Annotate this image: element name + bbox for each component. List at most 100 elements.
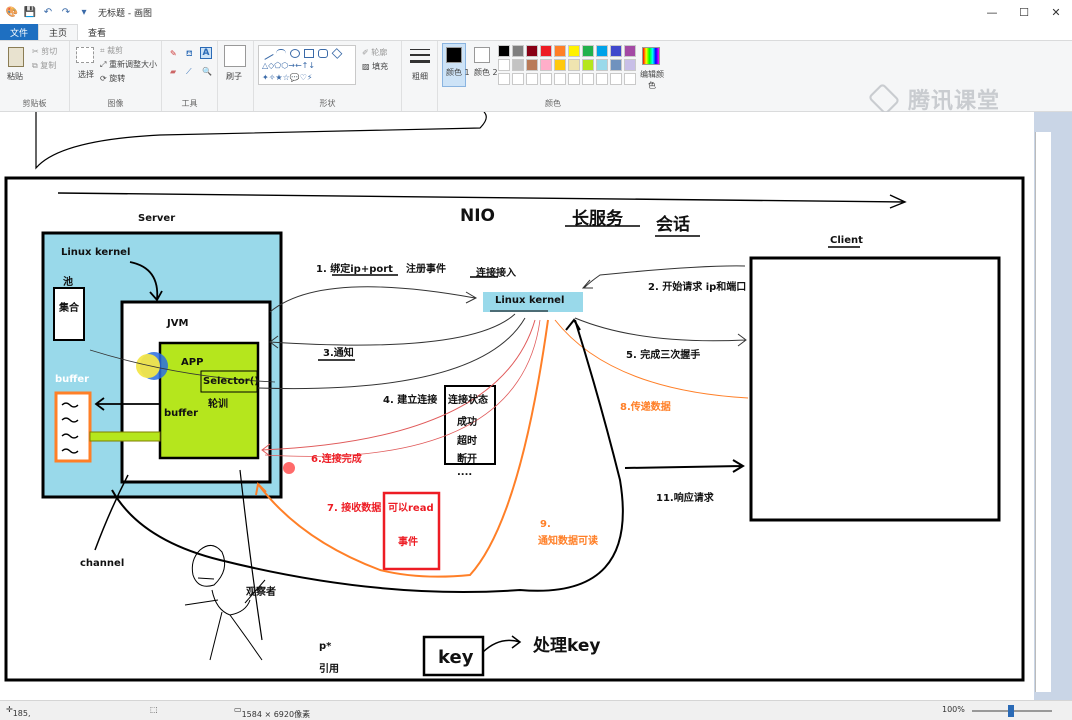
- paste-button[interactable]: 粘贴: [7, 71, 23, 82]
- palette-swatch[interactable]: [498, 59, 510, 71]
- colors-group-label: 颜色: [545, 99, 561, 108]
- channel-label: channel: [80, 558, 125, 569]
- linux-kernel-server-label: Linux kernel: [61, 247, 131, 258]
- palette-swatch[interactable]: [554, 59, 566, 71]
- save-icon[interactable]: 💾: [24, 6, 36, 18]
- brushes-group: 刷子: [218, 41, 254, 111]
- text-tool-icon[interactable]: A: [200, 47, 212, 59]
- crop-button[interactable]: ⌗ 裁剪: [100, 45, 123, 56]
- palette-swatch[interactable]: [526, 73, 538, 85]
- palette-swatch[interactable]: [498, 45, 510, 57]
- tab-home[interactable]: 主页: [38, 24, 79, 40]
- eraser-icon[interactable]: ▰: [170, 67, 176, 76]
- client-box: [749, 256, 1001, 522]
- palette-swatch[interactable]: [540, 59, 552, 71]
- p-star-label: p*: [319, 641, 332, 652]
- rectangle-shape-icon[interactable]: [304, 49, 314, 58]
- watermark-text: 腾讯课堂: [908, 89, 1001, 114]
- zoom-slider-knob[interactable]: [1008, 705, 1014, 717]
- undo-icon[interactable]: ↶: [42, 6, 54, 18]
- brushes-button[interactable]: 刷子: [226, 71, 242, 82]
- palette-swatch[interactable]: [582, 73, 594, 85]
- palette-swatch[interactable]: [624, 59, 636, 71]
- palette-swatch[interactable]: [512, 73, 524, 85]
- redo-icon[interactable]: ↷: [60, 6, 72, 18]
- palette-swatch[interactable]: [596, 59, 608, 71]
- palette-swatch[interactable]: [610, 73, 622, 85]
- minimize-button[interactable]: —: [976, 0, 1008, 24]
- title-bar: 🎨 💾 ↶ ↷ ▾ 无标题 - 画图 — ☐ ✕: [0, 0, 1072, 24]
- palette-swatch[interactable]: [540, 45, 552, 57]
- palette-swatch[interactable]: [512, 45, 524, 57]
- close-button[interactable]: ✕: [1040, 0, 1072, 24]
- tab-view[interactable]: 查看: [78, 24, 116, 40]
- palette-swatch[interactable]: [568, 59, 580, 71]
- palette-swatch[interactable]: [610, 59, 622, 71]
- palette-swatch[interactable]: [596, 73, 608, 85]
- color1-swatch: [446, 47, 462, 63]
- size-line-2: [410, 54, 430, 56]
- palette-swatch[interactable]: [582, 45, 594, 57]
- drawing-canvas[interactable]: Server Linux kernel 池 集合 JVM APP Selecto…: [0, 112, 1034, 700]
- maximize-button[interactable]: ☐: [1008, 0, 1040, 24]
- step2-label: 2. 开始请求 ip和端口: [648, 282, 747, 293]
- palette-swatch[interactable]: [610, 45, 622, 57]
- rounded-rect-shape-icon[interactable]: [318, 49, 328, 58]
- palette-swatch[interactable]: [526, 45, 538, 57]
- palette-swatch[interactable]: [624, 73, 636, 85]
- palette-swatch[interactable]: [498, 73, 510, 85]
- palette-swatch[interactable]: [582, 59, 594, 71]
- palette-swatch[interactable]: [526, 59, 538, 71]
- notify-readable-label: 通知数据可读: [538, 536, 598, 547]
- colors-group: 颜色 1 颜色 2 编辑颜色 颜色: [438, 41, 668, 111]
- size-button[interactable]: 粗细: [412, 71, 428, 82]
- customize-toolbar-icon[interactable]: ▾: [78, 6, 90, 18]
- color2-label: 颜色 2: [474, 68, 498, 77]
- fill-button[interactable]: ▨ 填充: [362, 61, 388, 72]
- select-button[interactable]: 选择: [78, 69, 94, 80]
- cursor-position: ✛ 185,: [6, 705, 31, 718]
- select-icon[interactable]: [76, 47, 94, 63]
- paste-icon[interactable]: [8, 47, 24, 67]
- rotate-label: 旋转: [109, 74, 126, 83]
- tab-file[interactable]: 文件: [0, 24, 39, 40]
- vertical-scrollbar[interactable]: [1034, 112, 1072, 700]
- rotate-button[interactable]: ⟳ 旋转: [100, 73, 125, 84]
- palette-swatch[interactable]: [596, 45, 608, 57]
- step8-label: 8.传递数据: [620, 402, 671, 413]
- fill-label: 填充: [372, 62, 389, 71]
- palette-swatch[interactable]: [568, 45, 580, 57]
- oval-shape-icon[interactable]: [290, 49, 300, 58]
- fill-icon[interactable]: ⛾: [186, 49, 193, 59]
- more-shapes-icons-2[interactable]: ✦✧★☆💬♡⚡: [262, 73, 313, 82]
- scrollbar-thumb[interactable]: [1035, 132, 1051, 692]
- magnifier-icon[interactable]: 🔍: [202, 67, 212, 76]
- pencil-icon[interactable]: ✎: [170, 49, 177, 58]
- size-line-1: [410, 49, 430, 50]
- channel-pipe: [89, 431, 161, 442]
- collection-box: [53, 287, 85, 341]
- curve-shape-icon[interactable]: [276, 49, 286, 58]
- window-title: 无标题 - 画图: [98, 8, 152, 19]
- more-shapes-icons[interactable]: △◇⬠⬡→←↑↓: [262, 61, 315, 70]
- palette-swatch[interactable]: [624, 45, 636, 57]
- copy-button[interactable]: ⧉ 复制: [32, 60, 56, 71]
- size-line-3: [410, 60, 430, 63]
- color2-swatch[interactable]: [474, 47, 490, 63]
- outline-button[interactable]: ✐ 轮廓: [362, 47, 387, 58]
- palette-swatch[interactable]: [554, 45, 566, 57]
- brush-icon[interactable]: [224, 45, 246, 67]
- key-label: key: [438, 647, 474, 668]
- edit-colors-button[interactable]: 编辑颜色: [640, 69, 664, 91]
- resize-button[interactable]: ⤢ 重新调整大小: [100, 59, 157, 70]
- palette-swatch[interactable]: [568, 73, 580, 85]
- palette-swatch[interactable]: [554, 73, 566, 85]
- cut-label: 剪切: [41, 47, 58, 56]
- edit-colors-icon[interactable]: [642, 47, 660, 65]
- palette-swatch[interactable]: [540, 73, 552, 85]
- pool-label: 池: [63, 277, 73, 288]
- color-picker-icon[interactable]: ⟋: [186, 67, 192, 77]
- palette-swatch[interactable]: [512, 59, 524, 71]
- cut-button[interactable]: ✂ 剪切: [32, 46, 57, 57]
- step6-label: 6.连接完成: [311, 454, 362, 465]
